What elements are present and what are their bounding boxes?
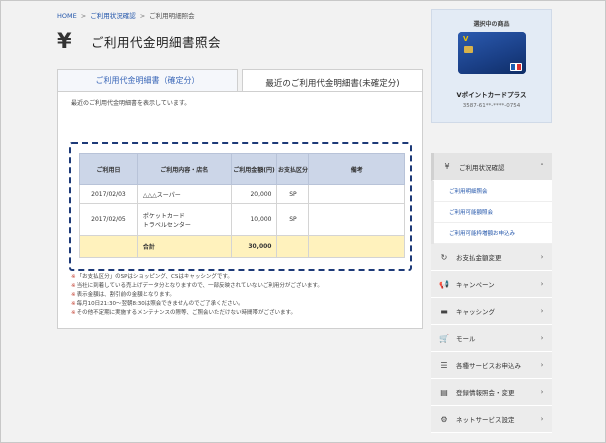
sidebar-item-services[interactable]: ☰ 各種サービスお申込み › — [431, 352, 552, 379]
sidebar-item-usage-status[interactable]: ¥ ご利用状況確認 ˄ — [431, 153, 552, 181]
column-header: ご利用日 — [79, 153, 138, 185]
chevron-right-icon: › — [540, 361, 544, 369]
total-label: 合計 — [136, 235, 232, 258]
card-icon: ▬ — [440, 306, 448, 316]
highlight-box: ご利用日 ご利用内容・店名 ご利用金額(円) お支払区分 備考 2017/02/… — [69, 142, 412, 271]
card-chip-icon — [464, 46, 473, 53]
submenu-item-statement[interactable]: ご利用明細照会 — [434, 181, 552, 202]
cell-payment: SP — [276, 203, 310, 236]
column-header: ご利用内容・店名 — [136, 153, 232, 185]
sidebar-item-label: 各種サービスお申込み — [456, 362, 521, 370]
column-header: 備考 — [308, 153, 405, 185]
cell-empty — [79, 235, 138, 258]
chevron-right-icon: › — [540, 307, 544, 315]
breadcrumb-separator: > — [139, 12, 146, 20]
total-amount: 30,000 — [230, 235, 278, 258]
sidebar-item-label: ご利用状況確認 — [459, 163, 505, 172]
sidebar-item-registration[interactable]: ▤ 登録情報照会・変更 › — [431, 379, 552, 406]
sidebar-item-label: お支払金額変更 — [456, 254, 502, 262]
selected-card-panel[interactable]: 選択中の商品 V Vポイントカードプラス 3587-61**-****-0754 — [431, 9, 552, 123]
cell-empty — [308, 235, 405, 258]
note-item: ※当社に到着している売上げデータ分となりますので、一部反映されていないご利用分が… — [71, 283, 323, 289]
yen-icon: ¥ — [57, 29, 72, 53]
tab-confirmed-statement[interactable]: ご利用代金明細書（確定分） — [57, 69, 238, 92]
document-icon: ▤ — [440, 387, 448, 397]
notes-list: ※「お支払区分」のSPはショッピング、CSはキャッシングです。 ※当社に到着して… — [71, 273, 323, 318]
sidebar-item-label: モール — [456, 335, 476, 343]
list-icon: ☰ — [440, 360, 448, 370]
yen-icon: ¥ — [444, 162, 450, 171]
cell-date: 2017/02/05 — [79, 203, 138, 236]
breadcrumb: HOME > ご利用状況確認 > ご利用明細照会 — [57, 10, 195, 20]
sidebar-item-payment-change[interactable]: ↻ お支払金額変更 › — [431, 244, 552, 271]
cell-store: △△△スーパー — [136, 184, 232, 204]
intro-text: 最近のご利用代金明細書を表示しています。 — [71, 100, 191, 107]
megaphone-icon: 📢 — [439, 279, 449, 289]
sidebar-item-campaign[interactable]: 📢 キャンペーン › — [431, 271, 552, 298]
column-header: お支払区分 — [276, 153, 310, 185]
sidebar-item-net-settings[interactable]: ⚙ ネットサービス設定 › — [431, 406, 552, 433]
store-line: ポケットカード — [142, 212, 185, 220]
breadcrumb-separator: > — [80, 12, 87, 20]
note-item: ※「お支払区分」のSPはショッピング、CSはキャッシングです。 — [71, 274, 233, 280]
sidebar-item-label: ネットサービス設定 — [456, 416, 515, 424]
breadcrumb-usage-link[interactable]: ご利用状況確認 — [90, 12, 136, 20]
table-row: 2017/02/03 △△△スーパー 20,000 SP — [79, 184, 405, 204]
card-logo: V — [463, 35, 469, 43]
gear-icon: ⚙ — [440, 414, 448, 424]
cell-empty — [276, 235, 310, 258]
cell-amount: 20,000 — [230, 184, 278, 204]
card-name: Vポイントカードプラス — [456, 91, 527, 99]
sidebar-item-label: 登録情報照会・変更 — [456, 389, 515, 397]
table-header-row: ご利用日 ご利用内容・店名 ご利用金額(円) お支払区分 備考 — [79, 153, 405, 185]
chevron-right-icon: › — [540, 388, 544, 396]
table-row: 2017/02/05 ポケットカード トラベルセンター 10,000 SP — [79, 203, 405, 236]
sidebar-submenu: ご利用明細照会 ご利用可能額照会 ご利用可能枠増額お申込み — [431, 181, 552, 244]
table-total-row: 合計 30,000 — [79, 235, 405, 258]
chevron-right-icon: › — [540, 334, 544, 342]
column-header: ご利用金額(円) — [230, 153, 278, 185]
sidebar-item-cashing[interactable]: ▬ キャッシング › — [431, 298, 552, 325]
store-line: トラベルセンター — [142, 221, 191, 229]
cell-payment: SP — [276, 184, 310, 204]
cart-icon: 🛒 — [439, 333, 449, 343]
card-heading: 選択中の商品 — [473, 21, 510, 28]
sidebar-menu: ¥ ご利用状況確認 ˄ ご利用明細照会 ご利用可能額照会 ご利用可能枠増額お申込… — [431, 153, 552, 433]
refresh-icon: ↻ — [440, 252, 448, 262]
sidebar-item-label: キャンペーン — [456, 281, 495, 289]
cell-store: ポケットカード トラベルセンター — [136, 203, 232, 236]
note-item: ※毎月10日21:30～翌朝8:30は照会できませんのでご了承ください。 — [71, 301, 244, 307]
cell-amount: 10,000 — [230, 203, 278, 236]
breadcrumb-home-link[interactable]: HOME — [57, 12, 77, 20]
sidebar-item-mall[interactable]: 🛒 モール › — [431, 325, 552, 352]
chevron-right-icon: › — [540, 253, 544, 261]
note-item: ※その他不定期に実施するメンテナンスの際等、ご照会いただけない時間帯がございます… — [71, 310, 296, 316]
statement-panel: 最近のご利用代金明細書を表示しています。 ご利用日 ご利用内容・店名 ご利用金額… — [57, 91, 423, 329]
statement-table: ご利用日 ご利用内容・店名 ご利用金額(円) お支払区分 備考 2017/02/… — [79, 153, 405, 258]
submenu-item-available-amount[interactable]: ご利用可能額照会 — [434, 202, 552, 223]
chevron-right-icon: › — [540, 415, 544, 423]
page-title: ご利用代金明細書照会 — [91, 34, 222, 50]
cell-note — [308, 203, 405, 236]
chevron-up-icon: ˄ — [540, 162, 544, 171]
note-item: ※表示金額は、割引前の金額となります。 — [71, 292, 175, 298]
page-frame: HOME > ご利用状況確認 > ご利用明細照会 ¥ ご利用代金明細書照会 ご利用代金明… — [0, 0, 606, 443]
credit-card-image: V — [458, 32, 526, 74]
card-brand-icon — [510, 63, 522, 71]
cell-note — [308, 184, 405, 204]
card-number: 3587-61**-****-0754 — [462, 103, 521, 109]
cell-date: 2017/02/03 — [79, 184, 138, 204]
submenu-item-limit-increase[interactable]: ご利用可能枠増額お申込み — [434, 223, 552, 244]
page-header: ¥ ご利用代金明細書照会 — [57, 29, 221, 53]
breadcrumb-current: ご利用明細照会 — [149, 12, 195, 20]
sidebar-item-label: キャッシング — [456, 308, 495, 316]
chevron-right-icon: › — [540, 280, 544, 288]
